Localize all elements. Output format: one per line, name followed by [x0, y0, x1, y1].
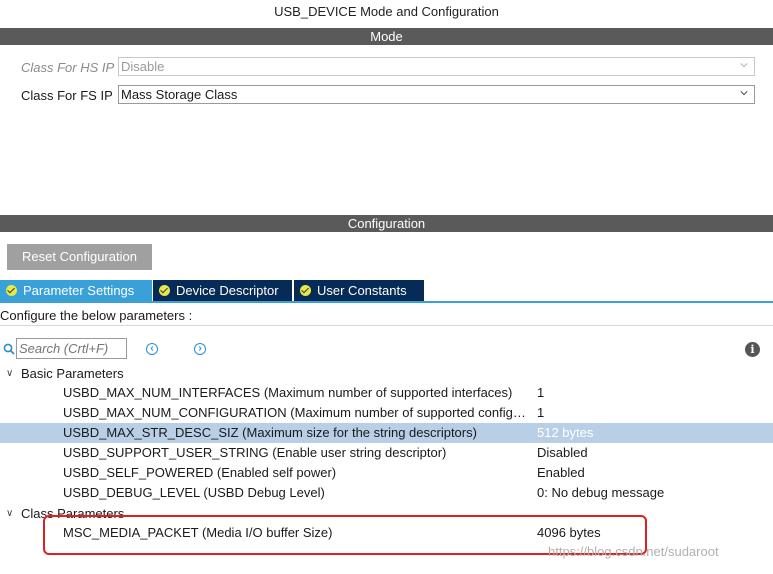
check-icon	[159, 285, 170, 296]
param-name: USBD_MAX_NUM_INTERFACES (Maximum number …	[63, 385, 513, 400]
check-icon	[6, 285, 17, 296]
param-value: 0: No debug message	[537, 485, 665, 500]
table-row[interactable]: USBD_SUPPORT_USER_STRING (Enable user st…	[0, 443, 773, 463]
expand-caret-icon[interactable]: ∨	[6, 368, 13, 379]
chevron-down-icon	[740, 63, 748, 68]
table-row[interactable]: USBD_SELF_POWERED (Enabled self power) E…	[0, 463, 773, 483]
tab-underline	[0, 301, 773, 303]
table-row[interactable]: USBD_MAX_NUM_INTERFACES (Maximum number …	[0, 383, 773, 403]
param-value: 1	[537, 385, 545, 400]
check-icon	[300, 285, 311, 296]
chevron-down-icon	[740, 91, 748, 96]
table-row-selected[interactable]: USBD_MAX_STR_DESC_SIZ (Maximum size for …	[0, 423, 773, 443]
param-name: USBD_MAX_STR_DESC_SIZ (Maximum size for …	[63, 425, 477, 440]
chevron-left-circle-icon[interactable]: ‹	[146, 343, 158, 355]
tab-label: User Constants	[317, 283, 407, 298]
search-input[interactable]	[16, 338, 127, 359]
tab-user-constants[interactable]: User Constants	[294, 280, 424, 301]
instruction-text: Configure the below parameters :	[0, 308, 193, 323]
param-value: Disabled	[537, 445, 588, 460]
tab-parameter-settings[interactable]: Parameter Settings	[0, 280, 152, 301]
param-value: 512 bytes	[537, 425, 594, 440]
search-icon	[3, 343, 15, 355]
group-basic-parameters[interactable]: Basic Parameters	[21, 366, 124, 381]
configuration-header: Configuration	[0, 215, 773, 232]
info-icon[interactable]: i	[745, 342, 760, 357]
tab-label: Parameter Settings	[23, 283, 135, 298]
param-name: USBD_SUPPORT_USER_STRING (Enable user st…	[63, 445, 447, 460]
reset-configuration-button[interactable]: Reset Configuration	[7, 244, 152, 270]
window-title: USB_DEVICE Mode and Configuration	[274, 4, 499, 19]
table-row[interactable]: USBD_DEBUG_LEVEL (USBD Debug Level) 0: N…	[0, 483, 773, 503]
fs-ip-value: Mass Storage Class	[121, 87, 238, 102]
tab-label: Device Descriptor	[176, 283, 279, 298]
fs-ip-label: Class For FS IP	[21, 88, 113, 103]
param-name: USBD_SELF_POWERED (Enabled self power)	[63, 465, 337, 480]
fs-ip-select[interactable]: Mass Storage Class	[118, 85, 755, 104]
hs-ip-value: Disable	[121, 59, 165, 74]
watermark: https://blog.csdn.net/sudaroot	[548, 544, 719, 559]
divider	[0, 325, 773, 326]
hs-ip-select[interactable]: Disable	[118, 57, 755, 76]
hs-ip-label: Class For HS IP	[21, 60, 115, 75]
param-name: USBD_MAX_NUM_CONFIGURATION (Maximum numb…	[63, 405, 531, 420]
expand-caret-icon[interactable]: ∨	[6, 508, 13, 519]
param-value: 1	[537, 405, 545, 420]
param-name: USBD_DEBUG_LEVEL (USBD Debug Level)	[63, 485, 325, 500]
table-row[interactable]: USBD_MAX_NUM_CONFIGURATION (Maximum numb…	[0, 403, 773, 423]
chevron-right-circle-icon[interactable]: ›	[194, 343, 206, 355]
tab-device-descriptor[interactable]: Device Descriptor	[153, 280, 292, 301]
param-value: Enabled	[537, 465, 585, 480]
mode-header: Mode	[0, 28, 773, 45]
